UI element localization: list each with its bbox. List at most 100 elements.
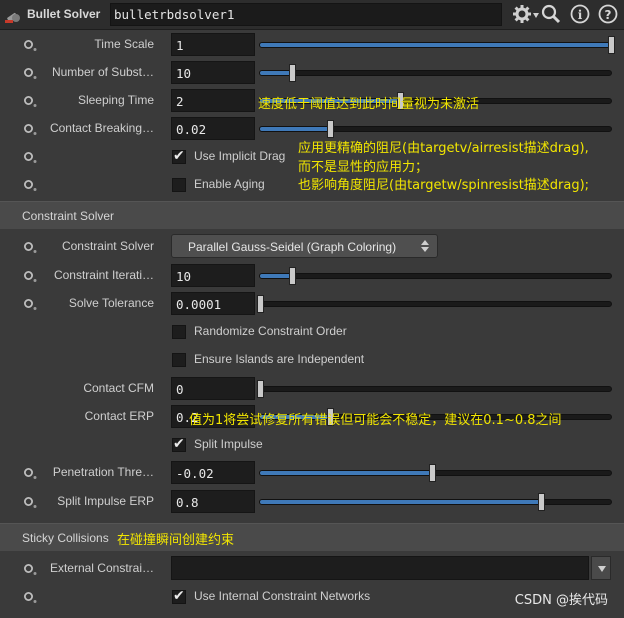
param-label: Sleeping Time <box>77 93 154 107</box>
slider-fill <box>260 274 292 278</box>
param-label: Split Impulse ERP <box>57 494 154 508</box>
slider-handle[interactable] <box>257 295 264 313</box>
chevron-down-icon <box>598 566 606 572</box>
slider-handle[interactable] <box>428 464 436 482</box>
param-label: Constraint Iterati… <box>53 268 154 282</box>
num-substeps-slider[interactable] <box>259 64 612 82</box>
parameter-handle-icon[interactable] <box>24 497 38 509</box>
time-scale-field[interactable]: 1 <box>171 33 255 56</box>
penetration-threshold-field[interactable]: -0.02 <box>171 461 255 484</box>
constraint-iterations-slider[interactable] <box>259 267 612 285</box>
section-header-constraint-solver[interactable]: Constraint Solver <box>0 201 624 229</box>
param-row-randomize-order: Randomize Constraint Order <box>0 318 624 346</box>
section-title: Constraint Solver <box>22 209 115 223</box>
param-row-contact-cfm: Contact CFM 0 <box>0 375 624 403</box>
slider-handle[interactable] <box>257 380 264 398</box>
constraint-iterations-field[interactable]: 10 <box>171 264 255 287</box>
param-label: Time Scale <box>94 37 154 51</box>
parameter-handle-icon[interactable] <box>24 271 38 283</box>
section-title: Sticky Collisions <box>22 531 109 545</box>
slider-fill <box>260 43 611 47</box>
param-label: Contact Breaking… <box>49 121 154 135</box>
node-name-input[interactable]: bulletrbdsolver1 <box>110 3 502 26</box>
randomize-order-checkbox[interactable] <box>172 325 186 339</box>
parameter-handle-icon[interactable] <box>24 299 38 311</box>
dropdown-value: Parallel Gauss-Seidel (Graph Coloring) <box>188 240 397 254</box>
parameter-handle-icon[interactable] <box>24 152 38 164</box>
internal-networks-checkbox[interactable] <box>172 588 186 604</box>
parameter-handle-icon[interactable] <box>24 180 38 192</box>
parameter-handle-icon[interactable] <box>24 564 38 576</box>
annotation-sticky-collisions: 在碰撞瞬间创建约束 <box>117 533 235 548</box>
external-constraints-path-field[interactable] <box>171 556 589 580</box>
annotation-drag-line2: 而不是显性的应用力； <box>298 160 429 175</box>
sleeping-time-field[interactable]: 2 <box>171 89 255 112</box>
param-label: Constraint Solver <box>61 239 154 253</box>
checkbox-label: Use Internal Constraint Networks <box>194 589 371 603</box>
param-row-solve-tolerance: Solve Tolerance 0.0001 <box>0 290 624 318</box>
node-chooser-button[interactable] <box>591 556 611 580</box>
annotation-drag-line1: 应用更精确的阻尼(由targetv/airresist描述drag), <box>298 141 589 156</box>
checkbox-label: Enable Aging <box>194 177 265 191</box>
param-row-constraint-solver: Constraint Solver Parallel Gauss-Seidel … <box>0 233 624 261</box>
gear-menu-arrow-icon <box>533 13 539 18</box>
split-impulse-checkbox[interactable] <box>172 436 186 452</box>
constraint-solver-dropdown[interactable]: Parallel Gauss-Seidel (Graph Coloring) <box>171 234 438 258</box>
slider-fill <box>260 471 432 475</box>
contact-breaking-slider[interactable] <box>259 120 612 138</box>
updown-arrows-icon <box>421 240 429 252</box>
split-impulse-erp-field[interactable]: 0.8 <box>171 490 255 513</box>
slider-handle[interactable] <box>327 120 335 138</box>
param-label: Contact ERP <box>84 409 154 423</box>
param-label: External Constrai… <box>49 561 154 575</box>
parameter-handle-icon[interactable] <box>24 124 38 136</box>
parameter-handle-icon[interactable] <box>24 68 38 80</box>
param-row-external-constraints: External Constrai… <box>0 555 624 583</box>
bullet-solver-icon <box>5 12 20 23</box>
checkbox-label: Ensure Islands are Independent <box>194 352 365 366</box>
slider-handle[interactable] <box>608 36 615 54</box>
num-substeps-field[interactable]: 10 <box>171 61 255 84</box>
parameter-handle-icon[interactable] <box>24 468 38 480</box>
penetration-threshold-slider[interactable] <box>259 464 612 482</box>
parameter-header: Bullet Solver bulletrbdsolver1 i ? <box>0 0 624 30</box>
slider-handle[interactable] <box>537 493 545 511</box>
parameter-handle-icon[interactable] <box>24 592 38 604</box>
implicit-drag-checkbox[interactable] <box>172 148 186 164</box>
param-label: Solve Tolerance <box>68 296 154 310</box>
param-row-split-impulse: Split Impulse <box>0 431 624 459</box>
search-icon[interactable] <box>541 4 561 24</box>
slider-fill <box>260 127 331 131</box>
param-row-constraint-iterations: Constraint Iterati… 10 <box>0 262 624 290</box>
time-scale-slider[interactable] <box>259 36 615 54</box>
info-icon[interactable]: i <box>570 4 590 24</box>
param-row-split-impulse-erp: Split Impulse ERP 0.8 <box>0 488 624 516</box>
svg-text:i: i <box>578 8 583 22</box>
parameter-handle-icon[interactable] <box>24 242 38 254</box>
annotation-drag-line3: 也影响角度阻尼(由targetw/spinresist描述drag); <box>298 178 590 193</box>
enable-aging-checkbox[interactable] <box>172 178 186 192</box>
slider-fill <box>260 71 292 75</box>
solve-tolerance-slider[interactable] <box>257 295 612 313</box>
slider-handle[interactable] <box>288 64 296 82</box>
param-label: Penetration Thre… <box>52 465 154 479</box>
parameter-handle-icon[interactable] <box>24 40 38 52</box>
help-icon[interactable]: ? <box>598 4 618 24</box>
contact-cfm-field[interactable]: 0 <box>171 377 255 400</box>
contact-breaking-field[interactable]: 0.02 <box>171 117 255 140</box>
section-header-sticky-collisions[interactable]: Sticky Collisions <box>0 523 624 551</box>
checkbox-label: Split Impulse <box>194 437 263 451</box>
param-row-islands-independent: Ensure Islands are Independent <box>0 346 624 374</box>
islands-independent-checkbox[interactable] <box>172 353 186 367</box>
annotation-contact-erp: 值为1将尝试修复所有错误但可能会不稳定，建议在0.1~0.8之间 <box>189 413 562 428</box>
solve-tolerance-field[interactable]: 0.0001 <box>171 292 255 315</box>
contact-cfm-slider[interactable] <box>257 380 612 398</box>
param-row-num-substeps: Number of Subst… 10 <box>0 59 624 87</box>
param-label: Number of Subst… <box>51 65 154 79</box>
slider-handle[interactable] <box>288 267 296 285</box>
parameter-handle-icon[interactable] <box>24 96 38 108</box>
gear-icon[interactable] <box>512 4 532 24</box>
watermark: CSDN @挨代码 <box>514 593 608 608</box>
node-type-label: Bullet Solver <box>27 7 101 21</box>
split-impulse-erp-slider[interactable] <box>259 493 612 511</box>
